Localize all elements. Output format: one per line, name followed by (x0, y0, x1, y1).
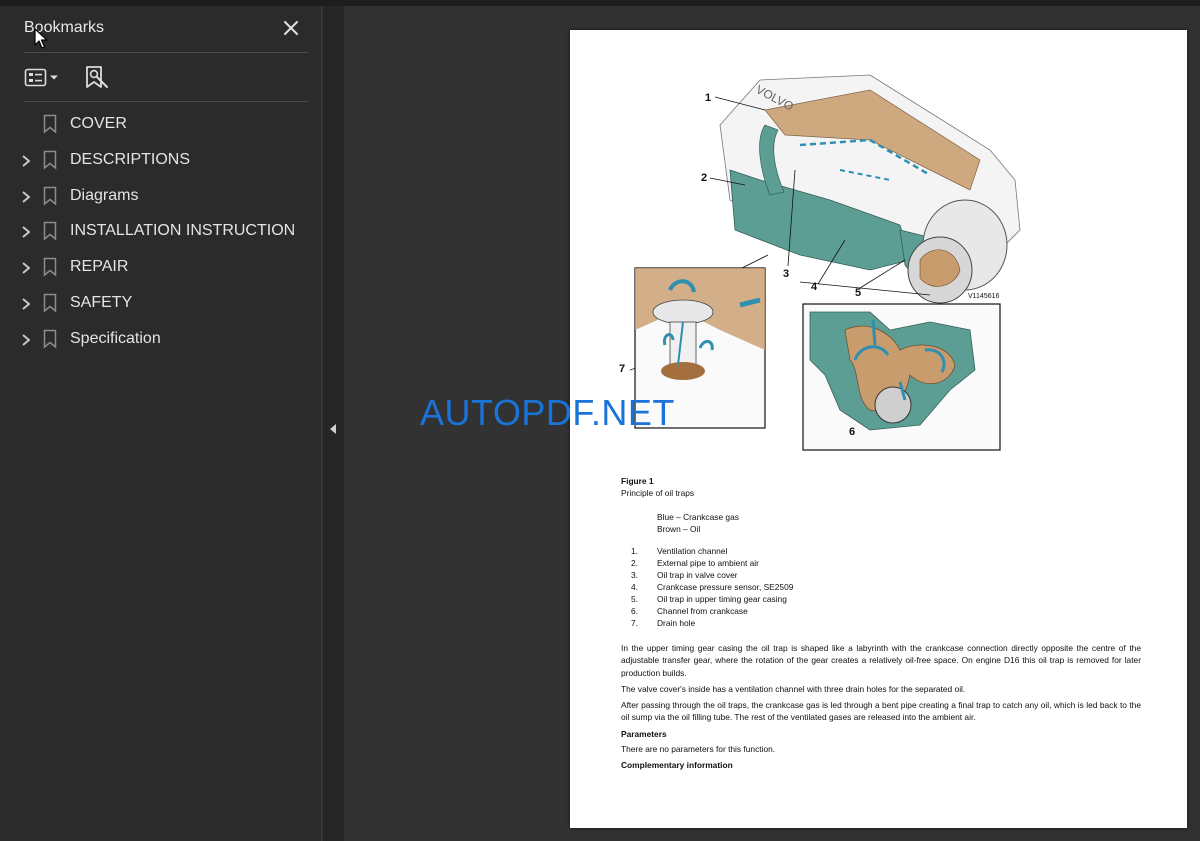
section-heading: Complementary information (621, 760, 733, 770)
bookmark-safety[interactable]: SAFETY (0, 286, 322, 322)
list-number: 7. (631, 618, 638, 628)
bookmark-label: Diagrams (70, 186, 139, 204)
list-number: 3. (631, 570, 638, 580)
callout-2: 2 (701, 172, 707, 184)
bookmark-icon (43, 222, 57, 241)
list-number: 2. (631, 558, 638, 568)
close-icon[interactable] (280, 17, 302, 39)
bookmark-list: COVER DESCRIPTIONS Diagrams INSTALLATION… (0, 107, 322, 358)
chevron-right-icon (22, 155, 31, 167)
bookmark-icon (43, 114, 57, 134)
list-item: Oil trap in upper timing gear casing (657, 594, 787, 604)
bookmark-icon (43, 257, 57, 277)
bookmark-label: INSTALLATION INSTRUCTION (70, 222, 296, 240)
list-item: External pipe to ambient air (657, 558, 759, 568)
chevron-right-icon (22, 334, 31, 346)
bookmark-diagrams[interactable]: Diagrams (0, 179, 322, 215)
chevron-right-icon (22, 190, 31, 203)
bookmark-installation-instruction[interactable]: INSTALLATION INSTRUCTION (0, 214, 322, 250)
callout-3: 3 (783, 268, 789, 280)
list-number: 1. (631, 546, 638, 556)
bookmark-cover[interactable]: COVER (0, 107, 322, 143)
bookmark-specification[interactable]: Specification (0, 322, 322, 358)
list-item: Crankcase pressure sensor, SE2509 (657, 582, 794, 592)
watermark-text: AUTOPDF.NET (420, 392, 675, 433)
bookmark-label: REPAIR (70, 258, 129, 276)
callout-7: 7 (619, 363, 625, 375)
bookmark-label: SAFETY (70, 293, 133, 311)
find-bookmark-button[interactable] (84, 64, 110, 92)
paragraph: After passing through the oil traps, the… (621, 700, 1141, 723)
bookmarks-panel: Bookmarks COVER DESCRIPTIONS Diagrams IN… (0, 6, 322, 841)
bookmark-icon (43, 150, 57, 170)
legend-brown: Brown – Oil (657, 524, 701, 534)
bookmark-icon (43, 329, 57, 349)
bookmarks-toolbar (0, 54, 322, 102)
list-number: 5. (631, 594, 638, 604)
figure-caption-title: Figure 1 (621, 476, 654, 486)
list-number: 4. (631, 582, 638, 592)
list-item: Drain hole (657, 618, 696, 628)
collapse-panel-button[interactable] (326, 418, 340, 440)
chevron-right-icon (22, 298, 31, 310)
list-item: Channel from crankcase (657, 606, 748, 616)
chevron-right-icon (22, 262, 31, 274)
bookmark-descriptions[interactable]: DESCRIPTIONS (0, 143, 322, 179)
paragraph: The valve cover's inside has a ventilati… (621, 684, 966, 694)
list-item: Ventilation channel (657, 546, 728, 556)
paragraph: In the upper timing gear casing the oil … (621, 643, 1141, 678)
list-number: 6. (631, 606, 638, 616)
bookmark-label: Specification (70, 329, 161, 347)
callout-6: 6 (849, 426, 855, 438)
timing-gear-inset (802, 303, 1001, 451)
list-options-button[interactable] (24, 64, 64, 92)
list-item: Oil trap in valve cover (657, 570, 738, 580)
bookmarks-header: Bookmarks (0, 6, 322, 54)
caret-left-icon (330, 424, 336, 434)
header-divider (24, 52, 308, 53)
bookmark-icon (43, 293, 57, 313)
list-options-icon (24, 68, 58, 87)
legend-blue: Blue – Crankcase gas (657, 512, 739, 522)
figure-caption-subtitle: Principle of oil traps (621, 488, 695, 498)
find-bookmark-icon (86, 66, 108, 88)
section-heading: Parameters (621, 729, 667, 739)
paragraph: There are no parameters for this functio… (621, 744, 776, 754)
figure-code: V1145616 (968, 293, 1000, 300)
panel-title: Bookmarks (24, 19, 105, 36)
callout-4: 4 (811, 281, 818, 293)
chevron-right-icon (22, 226, 31, 239)
bookmark-label: DESCRIPTIONS (70, 150, 191, 168)
bookmark-repair[interactable]: REPAIR (0, 250, 322, 286)
toolbar-divider (24, 101, 308, 102)
callout-1: 1 (705, 92, 711, 104)
callout-5: 5 (855, 287, 861, 299)
bookmark-label: COVER (70, 115, 127, 132)
bookmark-icon (43, 186, 57, 206)
